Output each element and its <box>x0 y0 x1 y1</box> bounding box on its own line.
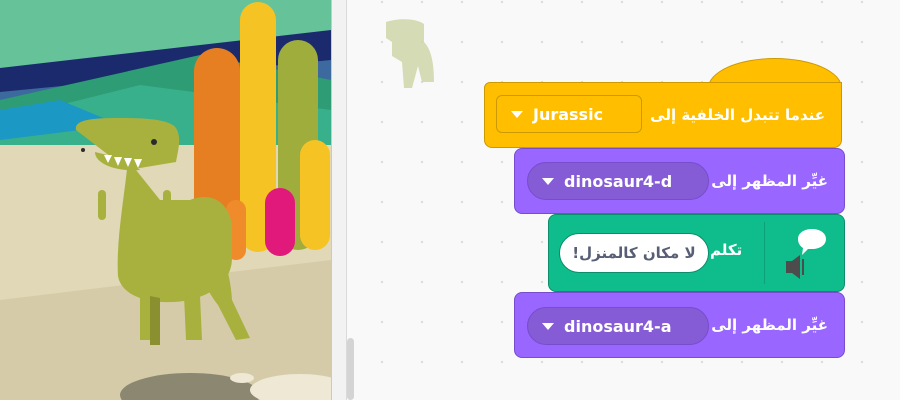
speech-extension-area <box>764 215 844 291</box>
sprite-ghost-icon <box>386 19 434 88</box>
costume-dropdown[interactable]: dinosaur4-d <box>527 162 709 200</box>
switch-costume-label: غيِّر المظهر إلى <box>711 316 828 334</box>
vertical-scrollbar[interactable] <box>347 338 354 400</box>
extension-separator <box>764 222 765 284</box>
costume-dropdown-value: dinosaur4-d <box>564 171 673 191</box>
plant-yellow-right <box>300 140 330 250</box>
backdrop-dropdown-value: Jurassic <box>533 104 604 124</box>
plant-pink <box>265 188 295 256</box>
hat-block-label: عندما تتبدل الخلفية إلى <box>650 106 825 124</box>
dropdown-arrow-icon <box>542 177 554 185</box>
costume-dropdown-value: dinosaur4-a <box>564 316 672 336</box>
switch-costume-label: غيِّر المظهر إلى <box>711 172 828 190</box>
stage-canvas[interactable] <box>0 0 331 400</box>
dropdown-arrow-icon <box>542 322 554 330</box>
backdrop-dropdown[interactable]: Jurassic <box>496 95 642 133</box>
costume-dropdown[interactable]: dinosaur4-a <box>527 307 709 345</box>
stage-workspace-divider <box>331 0 347 400</box>
stage-scene <box>0 0 331 400</box>
speak-label: تكلم <box>710 241 743 259</box>
speak-text-input[interactable]: لا مكان كالمنزل! <box>559 233 709 273</box>
speech-bubble-speaker-icon <box>786 229 826 279</box>
dropdown-arrow-icon <box>511 110 523 118</box>
